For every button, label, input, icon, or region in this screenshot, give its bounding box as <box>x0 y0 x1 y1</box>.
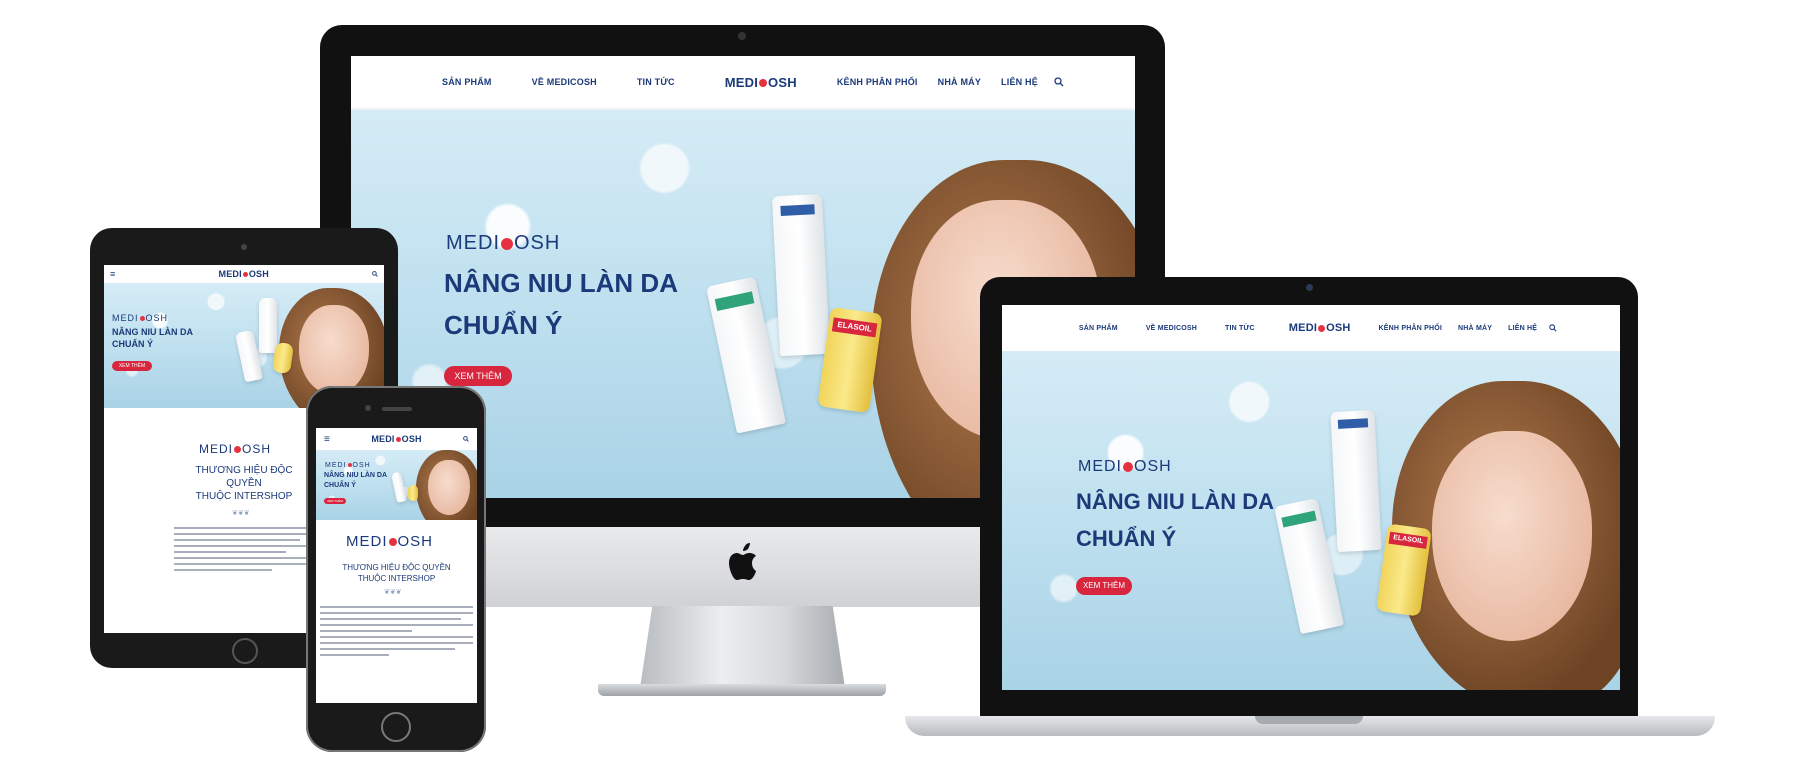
hero-headline-line1: NÂNG NIU LÀN DA <box>324 472 387 479</box>
nav-logo[interactable]: MEDI OSH <box>219 269 269 279</box>
phone-speaker <box>382 407 412 411</box>
hero-logo: MEDI OSH <box>112 313 169 323</box>
hero-headline-line2: CHUẨN Ý <box>1076 526 1177 551</box>
nav-item-about[interactable]: VỀ MEDICOSH <box>1146 325 1197 332</box>
product-bottle-elasoil <box>408 485 418 501</box>
product-tube-waycare <box>259 298 277 353</box>
nav-logo[interactable]: MEDI OSH <box>1289 322 1351 334</box>
laptop-screen: SẢN PHẨM VỀ MEDICOSH TIN TỨC MEDI OSH KÊN… <box>1002 305 1620 690</box>
hero-cta-button[interactable]: XEM THÊM <box>444 366 512 386</box>
hamburger-menu-icon[interactable]: ≡ <box>110 269 115 279</box>
hero-headline-line1: NÂNG NIU LÀN DA <box>1076 489 1274 514</box>
hero-headline-line2: CHUẨN Ý <box>444 310 563 340</box>
about-paragraph <box>174 527 314 575</box>
phone-camera <box>365 405 371 411</box>
about-paragraph <box>320 606 473 660</box>
hero-cta-button[interactable]: XEM THÊM <box>112 361 152 371</box>
nav-item-products[interactable]: SẢN PHẨM <box>1079 325 1118 332</box>
search-icon[interactable] <box>463 436 469 442</box>
phone-nav: ≡ MEDI OSH <box>316 428 477 450</box>
phone-home-button <box>381 712 411 742</box>
desktop-nav: SẢN PHẨM VỀ MEDICOSH TIN TỨC MEDI OSH KÊN… <box>351 56 1135 108</box>
search-icon[interactable] <box>372 271 378 277</box>
product-tube-callucare <box>390 471 408 503</box>
hero-logo: MEDI OSH <box>1078 458 1172 475</box>
nav-item-distribution[interactable]: KÊNH PHÂN PHỐI <box>1379 325 1442 332</box>
leaf-ornament-icon: ❦❦❦ <box>232 510 250 517</box>
about-logo: MEDI OSH <box>199 442 272 456</box>
nav-item-distribution[interactable]: KÊNH PHÂN PHỐI <box>837 77 918 87</box>
nav-logo[interactable]: MEDI OSH <box>371 434 421 444</box>
nav-item-news[interactable]: TIN TỨC <box>637 77 675 87</box>
nav-item-contact[interactable]: LIÊN HỆ <box>1001 77 1038 87</box>
hero-banner: ELASOIL MEDI OSH NÂNG NIU LÀN DA CHUẨN Ý … <box>1002 351 1620 690</box>
hamburger-menu-icon[interactable]: ≡ <box>324 434 330 445</box>
nav-item-factory[interactable]: NHÀ MÁY <box>1458 325 1492 332</box>
hero-headline-line2: CHUẨN Ý <box>324 482 356 489</box>
product-tube-waycare <box>1330 409 1382 553</box>
tablet-nav: ≡ MEDI OSH <box>104 265 384 283</box>
hero-headline-line1: NÂNG NIU LÀN DA <box>444 268 678 298</box>
laptop-notch <box>1255 716 1363 724</box>
model-face <box>428 460 470 515</box>
nav-item-contact[interactable]: LIÊN HỆ <box>1508 325 1537 332</box>
phone-screen: ≡ MEDI OSH MEDI OSH NÂNG NIU LÀN DA CHUẨN … <box>316 428 477 703</box>
imac-stand-foot <box>598 684 886 696</box>
imac-stand <box>640 606 845 688</box>
hero-headline-line2: CHUẨN Ý <box>112 339 154 349</box>
search-icon[interactable] <box>1054 77 1064 87</box>
product-tube-callucare <box>1273 497 1345 635</box>
hero-logo: MEDI OSH <box>325 462 371 469</box>
nav-item-about[interactable]: VỀ MEDICOSH <box>532 77 597 87</box>
about-title-line1: THƯƠNG HIỆU ĐỘC QUYỀN <box>342 563 451 572</box>
about-logo: MEDI OSH <box>346 533 434 550</box>
product-tube-waycare <box>771 193 831 357</box>
leaf-ornament-icon: ❦❦❦ <box>384 589 402 596</box>
laptop-camera <box>1306 284 1313 291</box>
model-face <box>1432 431 1592 641</box>
about-title-line2: THUỘC INTERSHOP <box>357 574 436 583</box>
hero-banner: MEDI OSH NÂNG NIU LÀN DA CHUẨN Ý XEM THÊM <box>316 450 477 520</box>
hero-cta-button[interactable]: XEM THÊM <box>324 498 346 504</box>
search-icon[interactable] <box>1549 324 1557 332</box>
nav-item-news[interactable]: TIN TỨC <box>1225 325 1255 332</box>
nav-item-factory[interactable]: NHÀ MÁY <box>938 77 981 87</box>
hero-logo: MEDI OSH <box>446 232 561 254</box>
product-tube-callucare <box>705 276 787 434</box>
tablet-home-button <box>232 638 258 664</box>
model-face <box>299 305 369 395</box>
tablet-camera <box>241 244 247 250</box>
nav-logo[interactable]: MEDI OSH <box>725 75 797 90</box>
hero-headline-line1: NÂNG NIU LÀN DA <box>112 327 193 337</box>
hero-cta-button[interactable]: XEM THÊM <box>1076 577 1132 595</box>
apple-logo-icon <box>729 543 756 580</box>
imac-camera <box>738 32 746 40</box>
nav-item-products[interactable]: SẢN PHẨM <box>442 77 492 87</box>
laptop-nav: SẢN PHẨM VỀ MEDICOSH TIN TỨC MEDI OSH KÊN… <box>1002 305 1620 351</box>
